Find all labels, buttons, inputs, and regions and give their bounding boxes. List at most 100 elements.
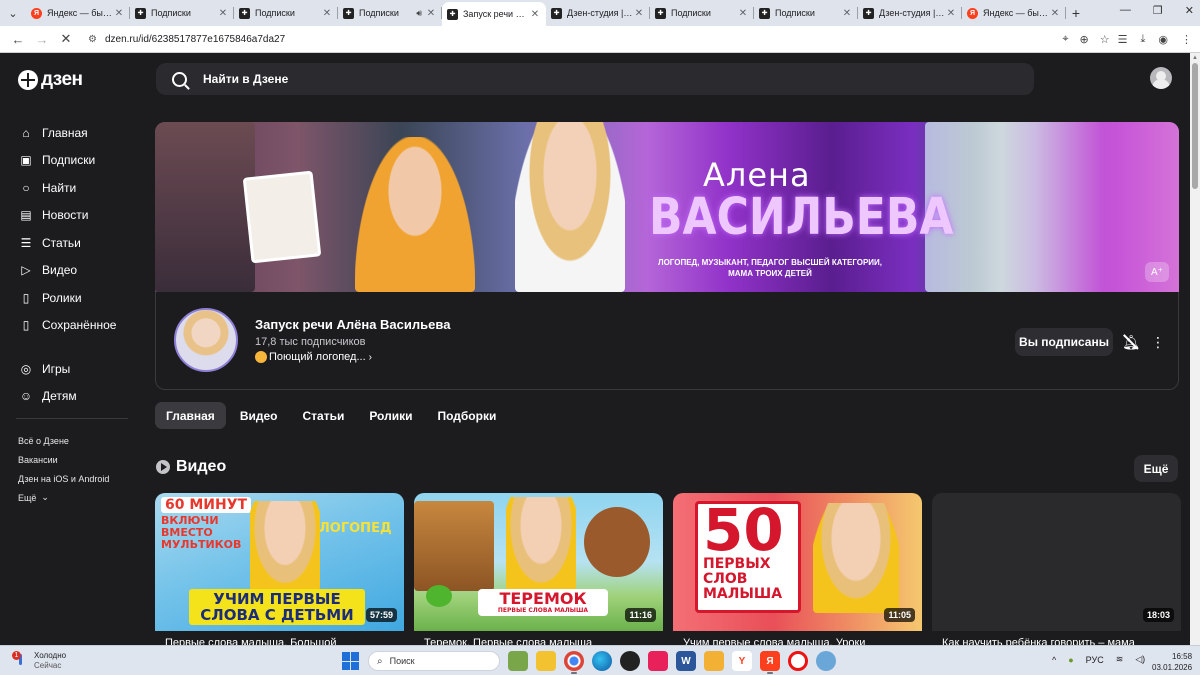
- language-indicator[interactable]: РУС: [1086, 655, 1104, 665]
- taskbar-search[interactable]: ⌕ Поиск: [368, 651, 500, 671]
- file-explorer-icon[interactable]: [536, 651, 556, 671]
- edge-icon[interactable]: [592, 651, 612, 671]
- scroll-up-arrow-icon[interactable]: ▲: [1192, 55, 1198, 61]
- sidebar-item[interactable]: ◎ Игры: [18, 355, 130, 383]
- sidebar-item[interactable]: ☺ Детям: [18, 383, 130, 411]
- wifi-icon[interactable]: ≋: [1116, 654, 1124, 665]
- browser-tab[interactable]: Подписки ✕: [130, 2, 234, 24]
- sidebar-item[interactable]: ▤ Новости: [18, 202, 130, 230]
- channel-description[interactable]: Поющий логопед... ›: [255, 351, 372, 363]
- sidebar-item[interactable]: ▯ Ролики: [18, 284, 130, 312]
- close-tab-icon[interactable]: ✕: [841, 8, 853, 19]
- forward-arrow-icon[interactable]: →: [32, 32, 52, 47]
- font-size-button[interactable]: A⁺: [1145, 262, 1169, 282]
- close-window-icon[interactable]: ✕: [1185, 4, 1194, 17]
- footer-link[interactable]: Вакансии: [18, 450, 130, 469]
- opera-icon[interactable]: [788, 651, 808, 671]
- stop-loading-icon[interactable]: ✕: [56, 31, 76, 47]
- media-app-icon[interactable]: [648, 651, 668, 671]
- channel-tab[interactable]: Ролики: [358, 402, 423, 429]
- yandex-browser-icon[interactable]: Y: [732, 651, 752, 671]
- search-input[interactable]: Найти в Дзене: [156, 63, 1034, 95]
- close-tab-icon[interactable]: ✕: [1049, 8, 1061, 19]
- close-tab-icon[interactable]: ✕: [529, 9, 541, 20]
- scrollbar-thumb[interactable]: [1192, 63, 1198, 189]
- reading-list-icon[interactable]: ☰: [1118, 33, 1128, 46]
- video-title[interactable]: Учим первые слова малыша. Уроки: [683, 637, 913, 645]
- browser-tab[interactable]: Подписки 🔊︎✕: [338, 2, 442, 24]
- speaker-icon[interactable]: 🔊︎: [416, 8, 422, 19]
- channel-avatar[interactable]: [174, 308, 238, 372]
- windows-start-icon[interactable]: [342, 652, 360, 670]
- more-videos-button[interactable]: Ещё: [1134, 455, 1178, 482]
- video-card[interactable]: 18:03 Как научить ребёнка говорить – мам…: [932, 493, 1181, 645]
- close-tab-icon[interactable]: ✕: [737, 8, 749, 19]
- bookmark-star-icon[interactable]: ☆: [1100, 33, 1110, 46]
- tray-app-icon[interactable]: ●: [1068, 655, 1073, 665]
- close-tab-icon[interactable]: ✕: [425, 8, 437, 19]
- channel-tab[interactable]: Подборки: [426, 402, 507, 429]
- back-arrow-icon[interactable]: ←: [8, 32, 28, 47]
- subscribed-button[interactable]: Вы подписаны: [1015, 328, 1113, 356]
- sidebar-item[interactable]: ○ Найти: [18, 174, 130, 202]
- tray-expand-icon[interactable]: ^: [1052, 655, 1056, 665]
- more-options-icon[interactable]: ⋮: [1151, 330, 1165, 354]
- browser-tab[interactable]: Запуск речи Алё✕: [442, 2, 546, 26]
- browser-tab[interactable]: Подписки ✕: [754, 2, 858, 24]
- profile-icon[interactable]: ◉: [1158, 33, 1168, 46]
- close-tab-icon[interactable]: ✕: [217, 8, 229, 19]
- word-icon[interactable]: W: [676, 651, 696, 671]
- close-tab-icon[interactable]: ✕: [113, 8, 125, 19]
- sidebar-item[interactable]: ▯ Сохранённое: [18, 312, 130, 340]
- video-title[interactable]: Как научить ребёнка говорить – мама: [942, 637, 1172, 645]
- video-card[interactable]: 50 ПЕРВЫХ СЛОВ МАЛЫША 11:05 Учим первые …: [673, 493, 922, 645]
- video-card[interactable]: 60 МИНУТ ВКЛЮЧИ ВМЕСТО МУЛЬТИКОВ ЛОГОПЕД…: [155, 493, 404, 645]
- network-app-icon[interactable]: [816, 651, 836, 671]
- browser-menu-icon[interactable]: ⋮: [1181, 33, 1192, 46]
- sidebar-item[interactable]: ▣ Подписки: [18, 147, 130, 175]
- video-card[interactable]: ТЕРЕМОК ПЕРВЫЕ СЛОВА МАЛЫША 11:16 Теремо…: [414, 493, 663, 645]
- sidebar-item[interactable]: ⌂ Главная: [18, 119, 130, 147]
- task-view-icon[interactable]: [508, 651, 528, 671]
- yandex-app-icon[interactable]: Я: [760, 651, 780, 674]
- channel-tab[interactable]: Статьи: [291, 402, 355, 429]
- page-scrollbar[interactable]: ▲: [1190, 53, 1200, 645]
- minimize-icon[interactable]: —: [1120, 4, 1131, 17]
- clock[interactable]: 16:58 03.01.2026: [1152, 651, 1192, 673]
- url-text[interactable]: dzen.ru/id/6238517877e1675846a7da27: [105, 34, 285, 45]
- browser-tab[interactable]: Подписки ✕: [234, 2, 338, 24]
- user-avatar[interactable]: [1150, 67, 1172, 89]
- address-bar[interactable]: ⚙ dzen.ru/id/6238517877e1675846a7da27: [88, 29, 1062, 50]
- close-tab-icon[interactable]: ✕: [321, 8, 333, 19]
- photo-app-icon[interactable]: [704, 651, 724, 671]
- volume-icon[interactable]: ◁): [1135, 654, 1145, 665]
- browser-tab[interactable]: Дзен-студия | Тво✕: [546, 2, 650, 24]
- zoom-icon[interactable]: ⊕: [1080, 33, 1089, 46]
- footer-link[interactable]: Ещё ⌄: [18, 488, 130, 507]
- video-title[interactable]: Теремок. Первые слова малыша: [424, 637, 654, 645]
- chrome-icon[interactable]: [564, 651, 584, 674]
- channel-tab[interactable]: Главная: [155, 402, 226, 429]
- browser-tab[interactable]: Я Яндекс — быстро✕: [962, 2, 1066, 24]
- new-tab-plus-icon[interactable]: +: [1066, 5, 1086, 21]
- footer-link[interactable]: Дзен на iOS и Android: [18, 469, 130, 488]
- channel-tab[interactable]: Видео: [229, 402, 289, 429]
- downloads-icon[interactable]: ⤓: [1141, 33, 1146, 46]
- sidebar-item[interactable]: ☰ Статьи: [18, 229, 130, 257]
- sidebar-item[interactable]: ▷ Видео: [18, 257, 130, 285]
- restore-icon[interactable]: ❐: [1153, 4, 1163, 17]
- messenger-icon[interactable]: [620, 651, 640, 671]
- site-info-icon[interactable]: ⚙: [88, 34, 97, 45]
- browser-tab[interactable]: Подписки ✕: [650, 2, 754, 24]
- close-tab-icon[interactable]: ✕: [945, 8, 957, 19]
- location-pin-icon[interactable]: ⌖: [1062, 33, 1068, 46]
- video-title[interactable]: Первые слова малыша. Большой: [165, 637, 395, 645]
- browser-tab[interactable]: Дзен-студия | И о✕: [858, 2, 962, 24]
- tab-search-chevron-icon[interactable]: ⌄: [4, 4, 22, 22]
- dzen-logo[interactable]: дзен: [18, 69, 83, 91]
- footer-link[interactable]: Всё о Дзене: [18, 431, 130, 450]
- weather-widget[interactable]: 1 Холодно Сейчас: [12, 651, 66, 671]
- close-tab-icon[interactable]: ✕: [633, 8, 645, 19]
- browser-tab[interactable]: Я Яндекс — быстрый✕: [26, 2, 130, 24]
- notifications-off-bell-icon[interactable]: 🔔︎: [1119, 330, 1143, 354]
